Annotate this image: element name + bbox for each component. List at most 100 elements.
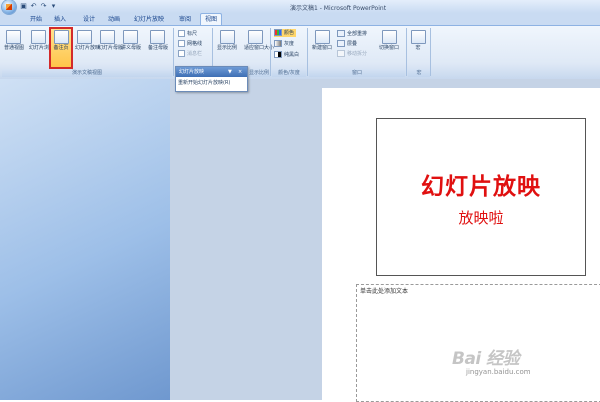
gridlines-label: 网格线 <box>187 41 203 47</box>
zoom-label: 显示比例 <box>216 45 237 51</box>
window-title: 演示文稿1 - Microsoft PowerPoint <box>290 5 387 12</box>
group-label-color: 颜色/灰度 <box>272 69 306 77</box>
normal-view-label: 普通视图 <box>4 45 25 51</box>
group-separator <box>173 28 174 76</box>
messagebar-checkbox: 消息栏 <box>178 50 202 58</box>
zoom-magnifier-icon <box>219 30 235 44</box>
arrange-all-label: 全部重排 <box>347 31 368 37</box>
save-icon[interactable]: ▣ <box>20 3 27 10</box>
slideshow-popup-header: 幻灯片放映 ▼ × <box>176 67 247 77</box>
fit-to-window-button[interactable]: 适应窗口大小 <box>244 29 275 67</box>
tab-home[interactable]: 开始 <box>26 14 46 25</box>
arrange-all-button[interactable]: 全部重排 <box>337 30 367 38</box>
switch-windows-button[interactable]: 切换窗口 <box>377 29 401 67</box>
handout-master-button[interactable]: 讲义母版 <box>121 29 142 67</box>
arrange-all-icon <box>337 30 345 37</box>
grayscale-button[interactable]: 灰度 <box>274 40 294 48</box>
notes-master-button[interactable]: 备注母版 <box>148 29 169 67</box>
tab-design[interactable]: 设计 <box>79 14 99 25</box>
fit-to-window-label: 适应窗口大小 <box>244 45 275 51</box>
switch-windows-icon <box>381 30 397 44</box>
office-button[interactable] <box>2 0 16 14</box>
slideshow-icon <box>76 30 92 44</box>
group-separator <box>307 28 308 76</box>
slide-thumbnail[interactable]: 幻灯片放映 放映啦 <box>376 118 586 276</box>
notes-placeholder[interactable]: 单击此处添加文本 <box>356 284 600 402</box>
restart-slideshow-item[interactable]: 重新开始幻灯片放映(R) <box>178 79 230 87</box>
group-label-zoom: 显示比例 <box>248 69 270 77</box>
notes-master-label: 备注母版 <box>148 45 169 51</box>
watermark-url: jingyan.baidu.com <box>466 368 531 376</box>
new-window-label: 新建窗口 <box>311 45 332 51</box>
black-white-button[interactable]: 纯黑白 <box>274 51 299 59</box>
tab-slideshow[interactable]: 幻灯片放映 <box>130 14 168 25</box>
slideshow-popup-title: 幻灯片放映 <box>179 69 205 75</box>
grayscale-swatch-icon <box>274 40 282 47</box>
move-split-button: 移动拆分 <box>337 50 367 58</box>
notes-master-icon <box>149 30 165 44</box>
redo-icon[interactable]: ↷ <box>40 3 47 10</box>
group-separator <box>270 28 271 76</box>
group-label-window: 窗口 <box>309 69 405 77</box>
slides-pane <box>0 79 170 400</box>
tab-animations[interactable]: 动画 <box>104 14 124 25</box>
gridlines-checkbox[interactable]: 网格线 <box>178 40 202 48</box>
notes-page-icon <box>53 30 69 44</box>
messagebar-check-icon <box>178 50 185 57</box>
tab-review[interactable]: 审阅 <box>175 14 195 25</box>
messagebar-label: 消息栏 <box>187 51 203 57</box>
cascade-button[interactable]: 层叠 <box>337 40 357 48</box>
dropdown-icon[interactable]: ▼ <box>228 67 232 77</box>
new-window-icon <box>314 30 330 44</box>
gridlines-check-icon <box>178 40 185 47</box>
notes-placeholder-text: 单击此处添加文本 <box>360 288 409 295</box>
slide-master-button[interactable]: 幻灯片母版 <box>98 29 124 67</box>
color-swatch-icon <box>274 29 282 36</box>
color-label: 颜色 <box>284 30 295 36</box>
ruler-label: 标尺 <box>187 31 198 37</box>
slideshow-view-button[interactable]: 幻灯片放映 <box>75 29 101 67</box>
slide-subtitle: 放映啦 <box>458 209 504 227</box>
cascade-label: 层叠 <box>347 41 358 47</box>
switch-windows-label: 切换窗口 <box>378 45 399 51</box>
new-window-button[interactable]: 新建窗口 <box>310 29 334 67</box>
slide-sorter-label: 幻灯片浏览 <box>29 45 55 51</box>
slide-master-icon <box>99 30 115 44</box>
cascade-icon <box>337 40 345 47</box>
ruler-check-icon <box>178 30 185 37</box>
ruler-checkbox[interactable]: 标尺 <box>178 30 197 38</box>
normal-view-button[interactable]: 普通视图 <box>4 29 25 67</box>
group-label-macros: 宏 <box>408 69 430 77</box>
notes-page-label: 备注页 <box>53 45 69 51</box>
watermark-text: Bai 经验 <box>452 349 520 369</box>
slide-sorter-icon <box>30 30 46 44</box>
group-separator <box>430 28 431 76</box>
macros-label: 宏 <box>415 45 421 51</box>
handout-master-label: 讲义母版 <box>121 45 142 51</box>
zoom-button[interactable]: 显示比例 <box>216 29 238 67</box>
fit-window-icon <box>247 30 263 44</box>
notes-page-button[interactable]: 备注页 <box>49 27 73 69</box>
group-label-views: 演示文稿视图 <box>2 69 172 77</box>
close-icon[interactable]: × <box>238 67 242 77</box>
customize-qat-icon[interactable]: ▾ <box>50 3 57 10</box>
tab-insert[interactable]: 插入 <box>50 14 70 25</box>
slide-sorter-button[interactable]: 幻灯片浏览 <box>29 29 55 67</box>
slide-title: 幻灯片放映 <box>421 174 541 200</box>
normal-view-icon <box>5 30 21 44</box>
color-button[interactable]: 颜色 <box>274 29 297 37</box>
slide-master-label: 幻灯片母版 <box>98 45 124 51</box>
slideshow-view-label: 幻灯片放映 <box>75 45 101 51</box>
move-split-label: 移动拆分 <box>347 51 368 57</box>
handout-master-icon <box>122 30 138 44</box>
macros-icon <box>410 30 426 44</box>
grayscale-label: 灰度 <box>284 41 295 47</box>
bw-swatch-icon <box>274 51 282 58</box>
slideshow-popup: 幻灯片放映 ▼ × 重新开始幻灯片放映(R) <box>175 66 248 92</box>
undo-icon[interactable]: ↶ <box>30 3 37 10</box>
office-logo-icon <box>6 4 12 10</box>
group-separator <box>406 28 407 76</box>
macros-button[interactable]: 宏 <box>410 29 426 67</box>
move-split-icon <box>337 50 345 57</box>
watermark: Bai 经验 jingyan.baidu.com <box>452 344 572 380</box>
